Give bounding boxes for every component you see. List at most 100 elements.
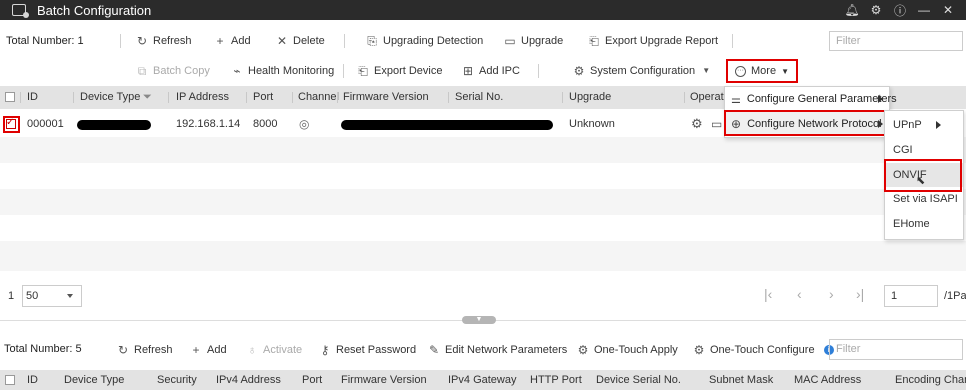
col-header-channel[interactable]: Channel: [298, 86, 339, 109]
device-filter-input[interactable]: Filter: [829, 31, 963, 51]
online-add-button[interactable]: + Add: [190, 339, 227, 361]
more-button[interactable]: ··· More ▼: [726, 59, 798, 83]
col-header-port[interactable]: Port: [253, 86, 273, 109]
submenu-item-upnp[interactable]: UPnP: [885, 113, 963, 137]
online-add-label: Add: [207, 344, 227, 356]
divider: [344, 34, 345, 48]
col-header-subnet-mask[interactable]: Subnet Mask: [709, 370, 773, 390]
online-total-number-label: Total Number: 5: [4, 343, 82, 355]
delete-button[interactable]: ✕ Delete: [276, 30, 325, 52]
health-monitoring-button[interactable]: ⌁ Health Monitoring: [231, 60, 334, 82]
prev-page-icon[interactable]: ‹: [797, 286, 802, 302]
refresh-button[interactable]: ↻ Refresh: [136, 30, 192, 52]
network-protocol-highlight: [724, 110, 888, 136]
upgrade-label: Upgrade: [521, 35, 564, 47]
export-device-label: Export Device: [374, 65, 443, 77]
upgrade-button[interactable]: ▭ Upgrade: [504, 30, 563, 52]
minimize-icon[interactable]: —: [912, 0, 936, 20]
lightbulb-icon: ♁: [247, 343, 257, 357]
first-page-icon[interactable]: |‹: [764, 286, 772, 302]
activate-button[interactable]: ♁ Activate: [246, 339, 303, 361]
settings-icon[interactable]: ⚙: [691, 111, 703, 137]
add-ipc-label: Add IPC: [479, 65, 520, 77]
cell-ip-address: 192.168.1.14: [176, 118, 241, 130]
col-header-device-serial-no[interactable]: Device Serial No.: [596, 370, 681, 390]
checkbox-highlight: [3, 116, 20, 133]
divider: [732, 34, 733, 48]
delete-label: Delete: [293, 35, 325, 47]
health-monitoring-label: Health Monitoring: [248, 65, 335, 77]
edit-network-parameters-button[interactable]: ✎ Edit Network Parameters: [428, 339, 567, 361]
col-header-operation[interactable]: Operati: [690, 86, 726, 109]
select-all-checkbox[interactable]: [5, 92, 15, 102]
info-icon[interactable]: ⓘ: [888, 0, 912, 20]
pagination-bar: 1 50 |‹ ‹ › ›| 1 /1Pa: [0, 285, 966, 307]
reset-password-button[interactable]: ⚷ Reset Password: [319, 339, 417, 361]
col-header-mac-address[interactable]: MAC Address: [794, 370, 861, 390]
next-page-icon[interactable]: ›: [829, 286, 834, 302]
submenu-item-ehome[interactable]: EHome: [885, 212, 963, 236]
col-header-http-port[interactable]: HTTP Port: [530, 370, 582, 390]
col-header-ipv4-address[interactable]: IPv4 Address: [216, 370, 281, 390]
plus-icon: +: [192, 343, 200, 357]
col-sep: [73, 92, 74, 103]
col-header-firmware-version[interactable]: Firmware Version: [343, 86, 429, 109]
sliders-icon: ⚌: [731, 93, 741, 106]
col-sep: [292, 92, 293, 103]
eye-icon[interactable]: ◎: [299, 111, 309, 137]
collapse-handle-icon[interactable]: ▼: [462, 316, 496, 324]
add-label: Add: [231, 35, 251, 47]
edit-network-parameters-label: Edit Network Parameters: [445, 344, 568, 356]
col-header-security[interactable]: Security: [157, 370, 197, 390]
col-header-id[interactable]: ID: [27, 86, 38, 109]
table-row: [0, 241, 966, 271]
col-sep: [562, 92, 563, 103]
close-icon[interactable]: ✕: [936, 0, 960, 20]
export-device-button[interactable]: ⎗ Export Device: [357, 60, 442, 82]
export-document-icon: ⎗: [589, 34, 599, 48]
one-touch-apply-button[interactable]: ⚙ One-Touch Apply: [577, 339, 678, 361]
panel-splitter[interactable]: ▼: [0, 316, 966, 324]
batch-copy-button[interactable]: ⧉ Batch Copy: [136, 60, 210, 82]
one-touch-configure-button[interactable]: ⚙ One-Touch Configure i: [693, 339, 834, 361]
export-upgrade-report-button[interactable]: ⎗ Export Upgrade Report: [588, 30, 718, 52]
monitor-icon[interactable]: ▭: [711, 111, 722, 137]
online-select-all-checkbox[interactable]: [5, 375, 15, 385]
col-header-upgrade[interactable]: Upgrade: [569, 86, 611, 109]
online-filter-input[interactable]: Filter: [829, 339, 963, 360]
activate-label: Activate: [263, 344, 303, 356]
page-number-input[interactable]: 1: [884, 285, 938, 307]
col-header-firmware-version[interactable]: Firmware Version: [341, 370, 427, 390]
title-bar: Batch Configuration 🔔︎ ⚙ ⓘ — ✕: [0, 0, 966, 20]
system-configuration-label: System Configuration: [590, 65, 696, 77]
col-header-encoding-channel[interactable]: Encoding Channe: [895, 370, 966, 390]
col-header-device-type[interactable]: Device Type: [64, 370, 124, 390]
col-sep: [168, 92, 169, 103]
online-table-header: ID Device Type Security IPv4 Address Por…: [0, 370, 966, 390]
last-page-icon[interactable]: ›|: [856, 286, 864, 302]
add-button[interactable]: + Add: [214, 30, 251, 52]
col-header-device-type[interactable]: Device Type: [80, 86, 140, 109]
menu-item-label: Configure General Parameters: [746, 93, 897, 105]
page-size-select[interactable]: 50: [22, 285, 82, 307]
menu-item-configure-general-parameters[interactable]: ⚌ Configure General Parameters: [725, 87, 897, 111]
chevron-right-icon: [936, 121, 941, 129]
col-header-id[interactable]: ID: [27, 370, 38, 390]
system-configuration-dropdown[interactable]: ⚙ System Configuration ▼: [573, 60, 712, 82]
online-refresh-button[interactable]: ↻ Refresh: [117, 339, 173, 361]
one-touch-apply-label: One-Touch Apply: [594, 344, 678, 356]
filter-funnel-icon[interactable]: ⏷: [143, 86, 152, 109]
gear-icon[interactable]: ⚙: [864, 0, 888, 20]
col-header-ipv4-gateway[interactable]: IPv4 Gateway: [448, 370, 516, 390]
add-ipc-button[interactable]: ⊞ Add IPC: [462, 60, 520, 82]
col-header-serial-no[interactable]: Serial No.: [455, 86, 503, 109]
col-header-ip-address[interactable]: IP Address: [176, 86, 229, 109]
divider: [538, 64, 539, 78]
col-header-port[interactable]: Port: [302, 370, 322, 390]
bell-icon[interactable]: 🔔︎: [840, 0, 864, 20]
online-device-toolbar: Total Number: 5 ↻ Refresh + Add ♁ Activate …: [0, 338, 966, 362]
document-search-icon: ⎘: [367, 34, 377, 48]
upgrading-detection-button[interactable]: ⎘ Upgrading Detection: [366, 30, 483, 52]
key-icon: ⚷: [320, 343, 330, 357]
gear-icon: ⚙: [693, 343, 705, 357]
